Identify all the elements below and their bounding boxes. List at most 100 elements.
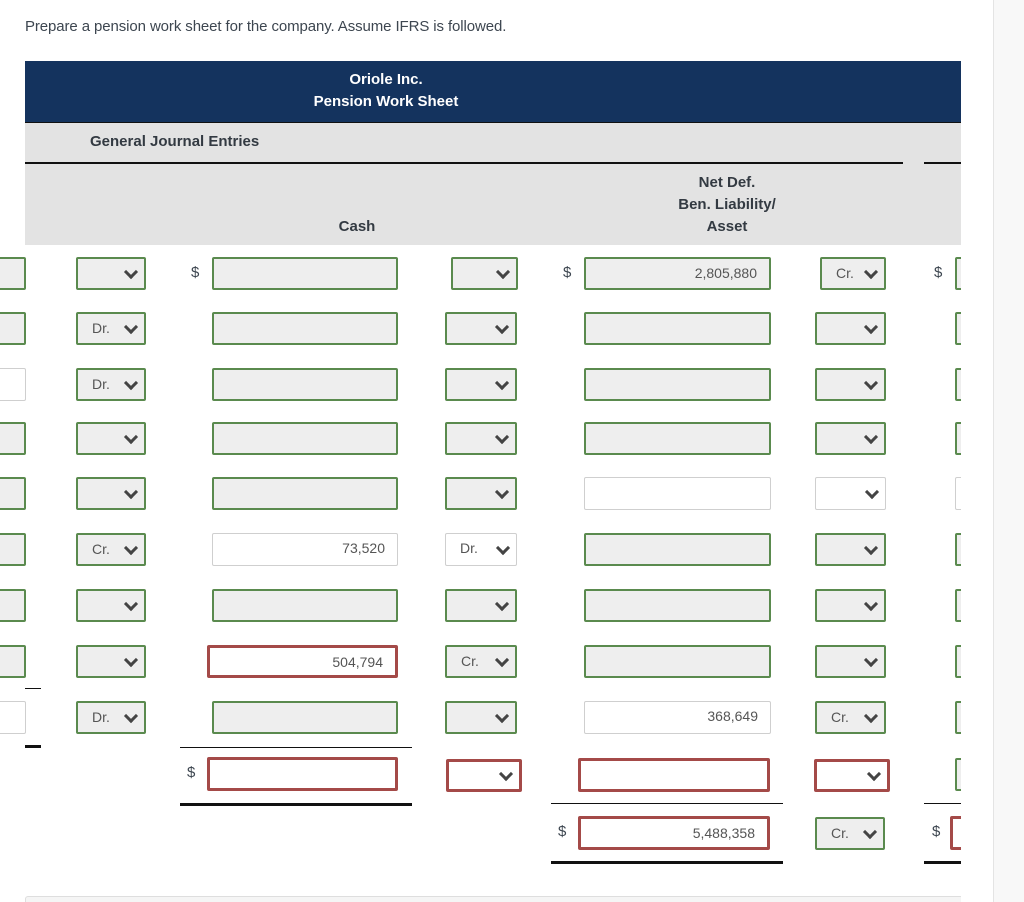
- chevron-down-icon: [494, 429, 510, 444]
- ndbl-total-input[interactable]: 5,488,358: [578, 816, 770, 850]
- cash-input[interactable]: [212, 477, 398, 510]
- entry-drcr-select[interactable]: [76, 645, 146, 678]
- cash-input[interactable]: [212, 701, 398, 734]
- net-def-ben-liability-input[interactable]: [584, 589, 771, 622]
- entry-drcr-select[interactable]: [76, 477, 146, 510]
- cash-input[interactable]: [212, 312, 398, 345]
- currency-symbol: $: [934, 264, 943, 281]
- entry-drcr-select[interactable]: Dr.: [76, 368, 146, 401]
- next-column-input[interactable]: [955, 589, 961, 622]
- cash-drcr-select[interactable]: [445, 422, 517, 455]
- chevron-down-icon: [494, 375, 510, 390]
- cash-input[interactable]: 73,520: [212, 533, 398, 566]
- prev-column-input[interactable]: [0, 589, 26, 622]
- next-column-input[interactable]: [955, 422, 961, 455]
- chevron-down-icon: [863, 652, 879, 667]
- input-value: 2,805,880: [694, 265, 757, 281]
- chevron-down-icon: [123, 652, 139, 667]
- prev-column-input[interactable]: [0, 701, 26, 734]
- total-double-rule: [924, 861, 961, 864]
- ndbl-subtotal-input[interactable]: [578, 758, 770, 792]
- cash-drcr-select[interactable]: [445, 368, 517, 401]
- ndbl-drcr-select[interactable]: [815, 589, 886, 622]
- cash-input[interactable]: [212, 589, 398, 622]
- select-value: Cr.: [836, 265, 854, 281]
- header-line: Cash: [338, 218, 376, 235]
- net-def-ben-liability-input[interactable]: [584, 368, 771, 401]
- prev-column-input[interactable]: [0, 477, 26, 510]
- cash-input[interactable]: [212, 422, 398, 455]
- ndbl-drcr-select[interactable]: Cr.: [815, 701, 886, 734]
- entry-drcr-select[interactable]: Dr.: [76, 312, 146, 345]
- ndbl-drcr-select[interactable]: Cr.: [820, 257, 886, 290]
- ndbl-drcr-select[interactable]: [815, 312, 886, 345]
- net-def-ben-liability-input[interactable]: 2,805,880: [584, 257, 771, 290]
- cash-total-drcr-select[interactable]: [446, 759, 522, 792]
- net-def-ben-liability-input[interactable]: [584, 645, 771, 678]
- next-column-input[interactable]: [955, 533, 961, 566]
- cash-drcr-select[interactable]: Dr.: [445, 533, 517, 566]
- cash-drcr-select[interactable]: [445, 477, 517, 510]
- prev-column-input[interactable]: [0, 257, 26, 290]
- prev-column-input[interactable]: [0, 312, 26, 345]
- next-column-subtotal-input[interactable]: [955, 758, 961, 791]
- ndbl-drcr-select[interactable]: [815, 645, 886, 678]
- next-column-input[interactable]: [955, 701, 961, 734]
- next-column-input[interactable]: [955, 312, 961, 345]
- prev-column-input[interactable]: [0, 533, 26, 566]
- cash-input[interactable]: [212, 257, 398, 290]
- cash-drcr-select[interactable]: Cr.: [445, 645, 517, 678]
- net-def-ben-liability-input[interactable]: [584, 477, 771, 510]
- select-value: Dr.: [460, 540, 478, 556]
- entry-drcr-select[interactable]: [76, 589, 146, 622]
- cash-input[interactable]: 504,794: [207, 645, 398, 678]
- entry-drcr-select[interactable]: Dr.: [76, 701, 146, 734]
- net-def-ben-liability-input[interactable]: [584, 312, 771, 345]
- currency-symbol: $: [932, 823, 941, 840]
- subtotal-rule: [551, 803, 783, 804]
- cash-total-input[interactable]: [207, 757, 398, 791]
- select-value: Dr.: [92, 376, 110, 392]
- subtotal-rule: [924, 803, 961, 804]
- net-def-ben-liability-input[interactable]: [584, 422, 771, 455]
- chevron-down-icon: [863, 540, 879, 555]
- ndbl-drcr-select[interactable]: [815, 477, 886, 510]
- ndbl-drcr-select[interactable]: [815, 422, 886, 455]
- chevron-down-icon: [863, 375, 879, 390]
- entry-drcr-select[interactable]: [76, 257, 146, 290]
- cash-drcr-select[interactable]: [451, 257, 518, 290]
- next-column-input[interactable]: [955, 477, 961, 510]
- chevron-down-icon: [494, 708, 510, 723]
- next-column-input[interactable]: [955, 368, 961, 401]
- cash-input[interactable]: [212, 368, 398, 401]
- ndbl-subtotal-drcr-select[interactable]: [814, 759, 890, 792]
- next-column-input[interactable]: [955, 257, 961, 290]
- chevron-down-icon: [123, 264, 139, 279]
- prev-column-input[interactable]: [0, 422, 26, 455]
- net-def-ben-liability-input[interactable]: 368,649: [584, 701, 771, 734]
- ndbl-total-drcr-select[interactable]: Cr.: [815, 817, 885, 850]
- cash-drcr-select[interactable]: [445, 312, 517, 345]
- select-value: Cr.: [92, 541, 110, 557]
- prev-column-input[interactable]: [0, 368, 26, 401]
- entry-drcr-select[interactable]: [76, 422, 146, 455]
- worksheet-title: Pension Work Sheet: [313, 93, 459, 110]
- entry-drcr-select[interactable]: Cr.: [76, 533, 146, 566]
- select-value: Cr.: [831, 709, 849, 725]
- cash-drcr-select[interactable]: [445, 701, 517, 734]
- ndbl-drcr-select[interactable]: [815, 368, 886, 401]
- chevron-down-icon: [862, 824, 878, 839]
- currency-symbol: $: [187, 764, 196, 781]
- rule-line: [25, 745, 41, 748]
- ndbl-drcr-select[interactable]: [815, 533, 886, 566]
- net-def-ben-liability-input[interactable]: [584, 533, 771, 566]
- prev-column-input[interactable]: [0, 645, 26, 678]
- section-label: General Journal Entries: [90, 133, 260, 150]
- next-column-input[interactable]: [955, 645, 961, 678]
- chevron-down-icon: [494, 652, 510, 667]
- worksheet-title-bar: Oriole Inc. Pension Work Sheet: [25, 61, 961, 124]
- next-column-total-input[interactable]: [950, 816, 961, 850]
- cash-drcr-select[interactable]: [445, 589, 517, 622]
- header-line: Asset: [706, 218, 748, 235]
- select-value: Dr.: [92, 320, 110, 336]
